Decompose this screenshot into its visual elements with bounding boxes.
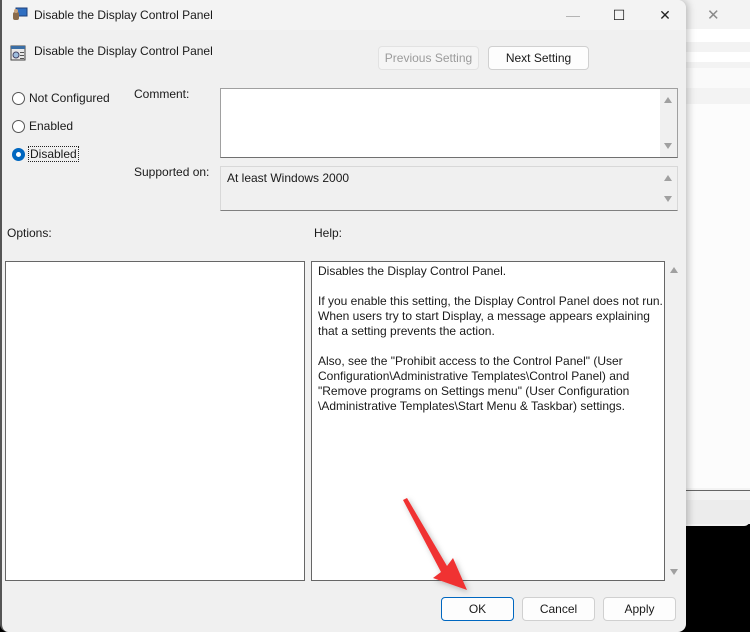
comment-scrollbar[interactable] [660,89,677,157]
background-close-icon[interactable]: ✕ [707,6,720,24]
radio-not-configured[interactable]: Not Configured [12,91,110,105]
policy-name: Disable the Display Control Panel [34,44,213,58]
comment-textarea[interactable] [220,88,678,158]
radio-disabled[interactable]: Disabled [12,146,79,162]
title-bar: Disable the Display Control Panel — ☐ ✕ [2,0,686,30]
policy-dialog: Disable the Display Control Panel — ☐ ✕ … [0,0,686,632]
scroll-up-icon[interactable] [670,267,678,273]
cancel-button[interactable]: Cancel [522,597,595,621]
background-list [686,104,750,488]
options-label: Options: [7,226,52,240]
policy-app-icon [13,7,28,20]
supported-on-label: Supported on: [134,165,210,179]
supported-scrollbar[interactable] [660,167,677,210]
background-statusbar [686,500,750,524]
radio-enabled[interactable]: Enabled [12,119,73,133]
help-scrollbar[interactable] [666,261,683,581]
background-panel [686,29,750,42]
background-panel [686,68,750,88]
help-label: Help: [314,226,343,240]
close-button[interactable]: ✕ [642,0,688,30]
comment-label: Comment: [134,87,190,101]
window-title: Disable the Display Control Panel [34,8,213,22]
radio-label: Not Configured [29,91,110,105]
scroll-down-icon[interactable] [664,143,672,149]
background-divider [686,490,750,491]
previous-setting-button[interactable]: Previous Setting [378,46,479,70]
radio-circle-checked[interactable] [12,147,25,161]
radio-label: Disabled [28,146,79,162]
radio-label: Enabled [29,119,74,133]
scroll-up-icon[interactable] [664,97,672,103]
policy-setting-icon [10,45,26,61]
radio-circle[interactable] [12,91,25,105]
scroll-up-icon[interactable] [664,175,672,181]
options-panel [5,261,305,581]
maximize-button[interactable]: ☐ [596,0,642,30]
ok-button[interactable]: OK [441,597,514,621]
scroll-down-icon[interactable] [670,569,678,575]
annotation-arrow-icon [403,498,467,590]
background-panel [686,52,750,62]
minimize-button[interactable]: — [550,0,596,30]
apply-button[interactable]: Apply [603,597,676,621]
supported-on-value: At least Windows 2000 [227,171,350,185]
supported-on-field: At least Windows 2000 [220,166,678,211]
scroll-down-icon[interactable] [664,196,672,202]
radio-circle[interactable] [12,119,25,133]
next-setting-button[interactable]: Next Setting [488,46,589,70]
help-text: Disables the Display Control Panel. If y… [318,264,663,413]
